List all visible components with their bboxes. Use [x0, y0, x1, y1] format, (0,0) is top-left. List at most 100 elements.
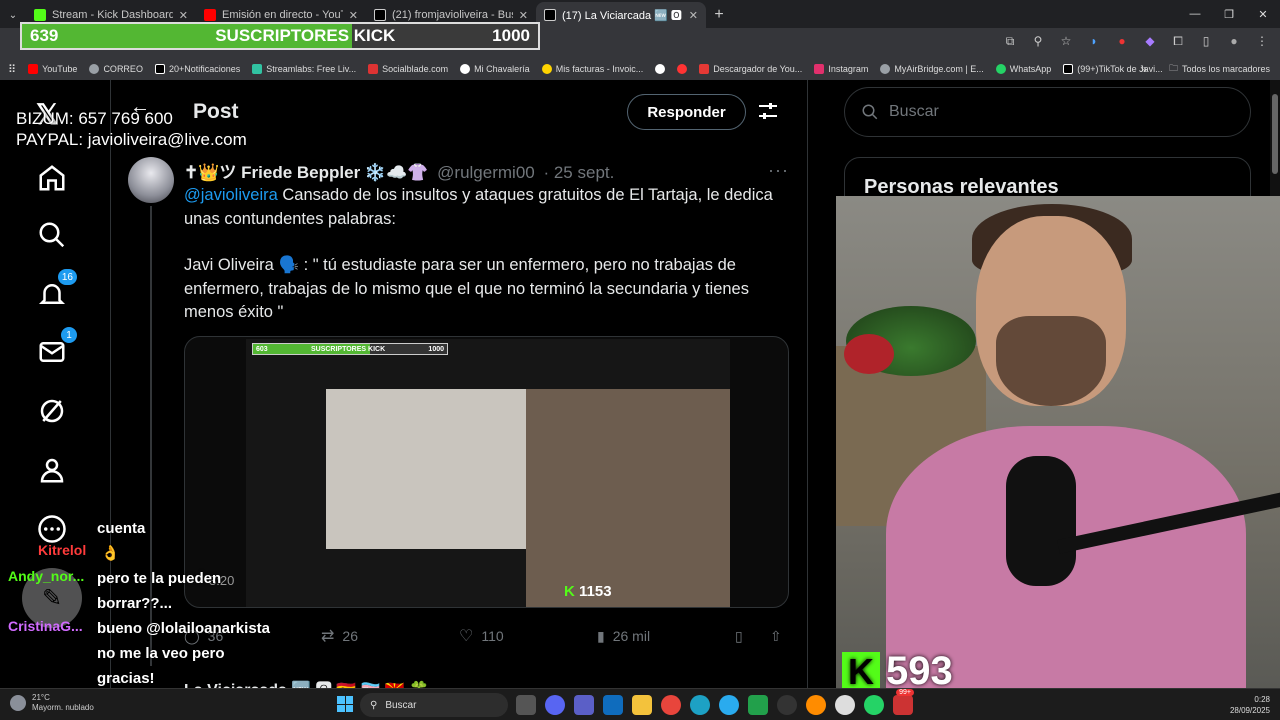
- grok-icon[interactable]: [34, 393, 70, 429]
- extension-icon[interactable]: ◆: [1142, 34, 1158, 49]
- donation-info: BIZUM: 657 769 600 PAYPAL: javioliveira@…: [16, 108, 247, 150]
- windows-start-icon[interactable]: [337, 696, 353, 712]
- bookmark-youtube[interactable]: YouTube: [28, 64, 77, 74]
- reply-button[interactable]: Responder: [627, 94, 746, 130]
- bizum-text: BIZUM: 657 769 600: [16, 109, 173, 128]
- globe-icon: [655, 64, 666, 74]
- chrome-icon[interactable]: [661, 695, 681, 715]
- bookmark-notifications[interactable]: 20+Notificaciones: [154, 64, 240, 74]
- weather-temp: 21°C: [32, 693, 50, 702]
- file-explorer-icon[interactable]: [632, 695, 652, 715]
- instagram-icon: [814, 64, 825, 74]
- apps-grid-icon[interactable]: ⠿: [8, 63, 16, 76]
- share-action[interactable]: ⇧: [770, 628, 782, 645]
- all-bookmarks-link[interactable]: Todos los marcadores: [1182, 64, 1270, 74]
- app-icon[interactable]: [835, 695, 855, 715]
- notifications-badge: 16: [56, 268, 78, 286]
- bookmark-facturas[interactable]: Mis facturas - Invoic...: [541, 64, 643, 74]
- kick-favicon-icon: [34, 9, 46, 21]
- zoom-icon[interactable]: ⚲: [1030, 34, 1046, 49]
- bookmark-descargador[interactable]: Descargador de You...: [699, 64, 802, 74]
- toolbar-icons: ⧉ ⚲ ☆ ◗ ● ◆ ⧠ ▯ ● ⋮: [1002, 34, 1270, 49]
- discord-icon[interactable]: [545, 695, 565, 715]
- extensions-puzzle-icon[interactable]: ⧠: [1170, 34, 1186, 49]
- mail-icon: [89, 64, 100, 74]
- author-name[interactable]: Friede Beppler ❄️☁️👚: [241, 163, 428, 182]
- mention-link[interactable]: @javioliveira: [184, 186, 278, 204]
- bookmarks-bar: ⠿ YouTube CORREO 20+Notificaciones Strea…: [0, 58, 1280, 80]
- more-bookmarks-button[interactable]: »: [1140, 62, 1147, 76]
- browser-menu-icon[interactable]: ⋮: [1254, 34, 1270, 49]
- extension-icon[interactable]: ◗: [1086, 34, 1102, 49]
- author-prefix[interactable]: ✝👑ツ: [184, 163, 236, 182]
- bookmark-streamlabs[interactable]: Streamlabs: Free Liv...: [252, 64, 356, 74]
- heart-icon: ♡: [459, 628, 474, 645]
- app-icon[interactable]: [748, 695, 768, 715]
- search-icon: ⚲: [370, 699, 378, 711]
- profile-avatar[interactable]: ●: [1226, 34, 1242, 49]
- filter-sliders-icon[interactable]: [758, 102, 778, 125]
- chat-user: Andy_nor...: [8, 568, 85, 584]
- maximize-icon[interactable]: ❐: [1212, 0, 1246, 28]
- tab-close-icon[interactable]: ✕: [349, 9, 358, 22]
- bookmark-unnamed-2[interactable]: [677, 64, 688, 74]
- snipping-icon[interactable]: [893, 695, 913, 715]
- tab-close-icon[interactable]: ✕: [689, 9, 698, 22]
- post-date[interactable]: · 25 sept.: [543, 163, 614, 182]
- like-action[interactable]: ♡ 110: [459, 626, 504, 646]
- paypal-text: PAYPAL: javioliveira@live.com: [16, 130, 247, 149]
- system-clock[interactable]: 0:28 28/09/2025: [1230, 694, 1270, 716]
- bookmark-myairbridge[interactable]: MyAirBridge.com | E...: [880, 64, 984, 74]
- bookmark-icon: ▯: [735, 627, 743, 644]
- edge-icon[interactable]: [690, 695, 710, 715]
- bookmark-action[interactable]: ▯: [735, 628, 743, 645]
- notifications-bell-icon[interactable]: 16: [34, 268, 78, 312]
- subscriber-label: SUSCRIPTORES KICK: [215, 26, 396, 45]
- share-icon: ⇧: [770, 627, 782, 644]
- video-kick-count: K 1153: [564, 583, 612, 600]
- minimize-icon[interactable]: —: [1178, 0, 1212, 28]
- bookmark-instagram[interactable]: Instagram: [814, 64, 868, 74]
- repost-action[interactable]: ⇄ 26: [321, 626, 358, 646]
- outlook-icon[interactable]: [603, 695, 623, 715]
- telegram-icon[interactable]: [719, 695, 739, 715]
- author-handle[interactable]: @rulgermi00: [437, 163, 535, 182]
- tab-close-icon[interactable]: ✕: [519, 9, 528, 22]
- messages-envelope-icon[interactable]: 1: [34, 326, 78, 370]
- tab-x-post[interactable]: (17) La Viciarcada 🆕 🅾 🇪🇸 🏳️‍⚧️ ✕: [536, 2, 706, 28]
- obs-icon[interactable]: [777, 695, 797, 715]
- bookmark-correo[interactable]: CORREO: [89, 64, 143, 74]
- sidebar-icon[interactable]: ▯: [1198, 34, 1214, 49]
- post-author-line: ✝👑ツ Friede Beppler ❄️☁️👚 @rulgermi00 · 2…: [184, 158, 614, 183]
- whatsapp-icon[interactable]: [864, 695, 884, 715]
- webcam-feed: [836, 196, 1280, 688]
- tab-close-icon[interactable]: ✕: [179, 9, 188, 22]
- more-options-icon[interactable]: ···: [768, 160, 789, 181]
- video-subscriber-bar: 603 SUSCRIPTORES KICK 1000: [252, 343, 448, 355]
- bookmark-chavaleria[interactable]: Mi Chavalería: [460, 64, 530, 74]
- bookmark-unnamed-1[interactable]: [655, 64, 666, 74]
- task-view-icon[interactable]: [516, 695, 536, 715]
- cloud-icon: [880, 64, 891, 74]
- close-window-icon[interactable]: ✕: [1246, 0, 1280, 28]
- profile-person-icon[interactable]: [34, 452, 70, 488]
- app-icon[interactable]: [806, 695, 826, 715]
- cast-icon[interactable]: ⧉: [1002, 34, 1018, 49]
- cloud-icon: [10, 695, 26, 711]
- search-input[interactable]: Buscar: [844, 87, 1251, 137]
- teams-icon[interactable]: [574, 695, 594, 715]
- home-icon[interactable]: [34, 160, 70, 196]
- taskbar-search[interactable]: ⚲ Buscar: [360, 693, 508, 717]
- new-tab-button[interactable]: +: [706, 2, 732, 28]
- bookmark-star-icon[interactable]: ☆: [1058, 34, 1074, 49]
- bookmark-whatsapp[interactable]: WhatsApp: [995, 64, 1051, 74]
- bookmark-socialblade[interactable]: Socialblade.com: [368, 64, 448, 74]
- search-icon[interactable]: [34, 217, 70, 253]
- extension-icon[interactable]: ●: [1114, 34, 1130, 49]
- weather-widget[interactable]: 21°C Mayorm. nublado: [10, 693, 94, 713]
- views-action[interactable]: ▮ 26 mil: [597, 628, 650, 645]
- socialblade-icon: [368, 64, 379, 74]
- bookmarks-right: » 🗀 Todos los marcadores: [1140, 58, 1270, 80]
- avatar[interactable]: [128, 157, 174, 203]
- chavaleria-icon: [460, 64, 471, 74]
